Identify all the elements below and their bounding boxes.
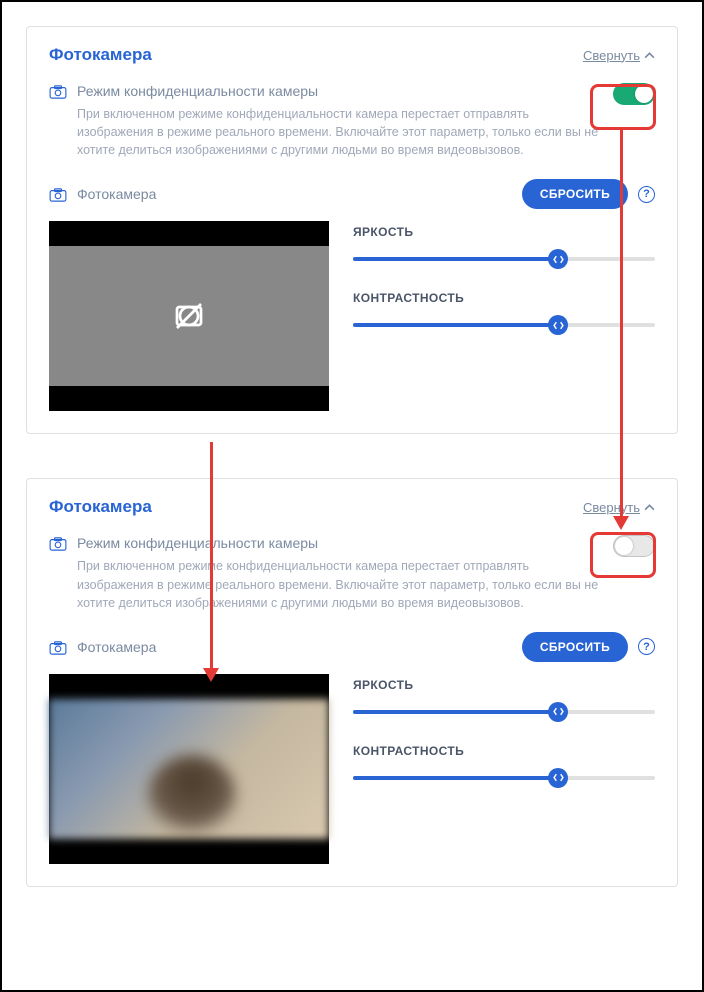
privacy-mode-row: Режим конфиденциальности камеры При вклю… — [49, 535, 655, 611]
privacy-mode-title: Режим конфиденциальности камеры — [77, 535, 603, 551]
privacy-mode-toggle[interactable] — [613, 535, 655, 557]
camera-icon — [49, 537, 67, 551]
collapse-link[interactable]: Свернуть — [583, 500, 655, 515]
reset-button[interactable]: СБРОСИТЬ — [522, 632, 628, 662]
contrast-slider[interactable] — [353, 315, 655, 335]
camera-section-title: Фотокамера — [77, 639, 512, 655]
brightness-slider[interactable] — [353, 702, 655, 722]
contrast-label: КОНТРАСТНОСТЬ — [353, 744, 655, 758]
brightness-label: ЯРКОСТЬ — [353, 678, 655, 692]
privacy-mode-description: При включенном режиме конфиденциальности… — [77, 557, 603, 611]
card-title: Фотокамера — [49, 497, 152, 517]
collapse-label: Свернуть — [583, 500, 640, 515]
contrast-label: КОНТРАСТНОСТЬ — [353, 291, 655, 305]
camera-settings-card-top: Фотокамера Свернуть Режим конфиденциальн… — [26, 26, 678, 434]
privacy-mode-toggle[interactable] — [613, 83, 655, 105]
brightness-label: ЯРКОСТЬ — [353, 225, 655, 239]
camera-icon — [49, 85, 67, 99]
camera-preview-off — [49, 221, 329, 411]
card-title: Фотокамера — [49, 45, 152, 65]
reset-button[interactable]: СБРОСИТЬ — [522, 179, 628, 209]
privacy-mode-description: При включенном режиме конфиденциальности… — [77, 105, 603, 159]
privacy-mode-row: Режим конфиденциальности камеры При вклю… — [49, 83, 655, 159]
camera-preview-header: Фотокамера СБРОСИТЬ ? — [49, 179, 655, 209]
contrast-slider[interactable] — [353, 768, 655, 788]
collapse-label: Свернуть — [583, 48, 640, 63]
collapse-link[interactable]: Свернуть — [583, 48, 655, 63]
card-header: Фотокамера Свернуть — [49, 497, 655, 517]
camera-preview-header: Фотокамера СБРОСИТЬ ? — [49, 632, 655, 662]
help-icon[interactable]: ? — [638, 638, 655, 655]
camera-off-icon — [171, 298, 207, 334]
camera-icon — [49, 188, 67, 202]
camera-preview-on — [49, 674, 329, 864]
card-header: Фотокамера Свернуть — [49, 45, 655, 65]
chevron-up-icon — [644, 502, 655, 513]
brightness-slider[interactable] — [353, 249, 655, 269]
chevron-up-icon — [644, 50, 655, 61]
help-icon[interactable]: ? — [638, 186, 655, 203]
camera-section-title: Фотокамера — [77, 186, 512, 202]
camera-icon — [49, 641, 67, 655]
privacy-mode-title: Режим конфиденциальности камеры — [77, 83, 603, 99]
camera-settings-card-bottom: Фотокамера Свернуть Режим конфиденциальн… — [26, 478, 678, 886]
